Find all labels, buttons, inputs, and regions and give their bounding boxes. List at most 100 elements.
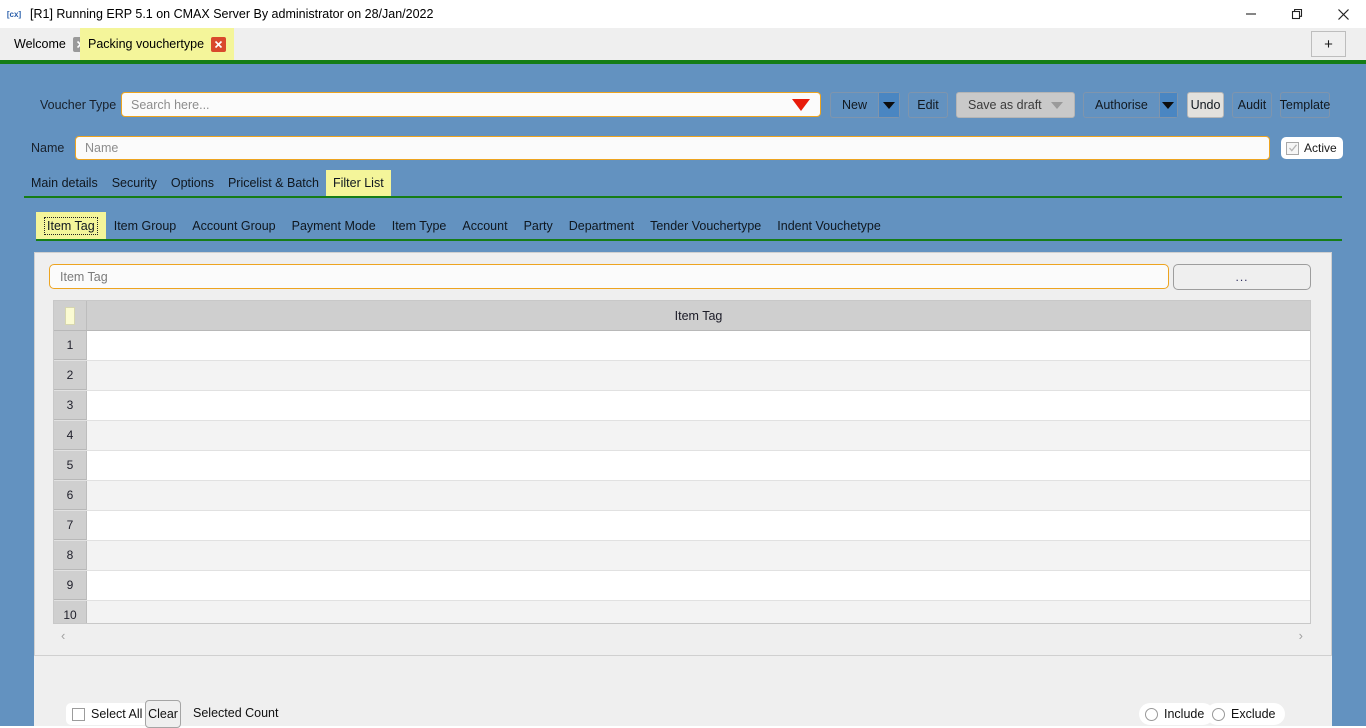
row-cell-item-tag[interactable]	[87, 361, 1310, 390]
tab-label: Filter List	[332, 176, 384, 190]
edit-button-label: Edit	[917, 98, 939, 112]
tab-label: Main details	[31, 176, 98, 190]
row-cell-item-tag[interactable]	[87, 391, 1310, 420]
row-number: 7	[54, 511, 87, 540]
footer-bar: Select All Clear Selected Count Include …	[34, 656, 1332, 728]
main-tab-divider	[24, 196, 1342, 198]
table-row[interactable]: 5	[54, 451, 1310, 481]
row-number: 2	[54, 361, 87, 390]
name-placeholder: Name	[85, 141, 119, 155]
table-row[interactable]: 1	[54, 331, 1310, 361]
table-row[interactable]: 4	[54, 421, 1310, 451]
row-cell-item-tag[interactable]	[87, 601, 1310, 623]
subtab-indent-vouchetype[interactable]: Indent Vouchetype	[769, 212, 889, 239]
active-checkbox[interactable]: Active	[1281, 137, 1343, 159]
radio-icon	[1212, 707, 1225, 721]
table-row[interactable]: 3	[54, 391, 1310, 421]
table-row[interactable]: 8	[54, 541, 1310, 571]
chevron-left-icon[interactable]: ‹	[53, 628, 73, 643]
row-cell-item-tag[interactable]	[87, 541, 1310, 570]
close-icon[interactable]	[211, 36, 227, 52]
row-number: 9	[54, 571, 87, 600]
row-cell-item-tag[interactable]	[87, 571, 1310, 600]
subtab-label: Item Type	[391, 218, 447, 233]
name-label: Name	[31, 141, 65, 155]
sub-tab-divider	[36, 239, 1342, 241]
document-tab-packing-vouchertype[interactable]: Packing vouchertype	[80, 28, 235, 60]
new-tab-button[interactable]: +	[1311, 31, 1346, 57]
include-radio[interactable]: Include	[1139, 703, 1215, 725]
document-tab-label: Packing vouchertype	[88, 37, 205, 51]
audit-button[interactable]: Audit	[1232, 92, 1272, 118]
save-as-draft-button[interactable]: Save as draft	[956, 92, 1075, 118]
tab-main-details[interactable]: Main details	[24, 170, 105, 196]
exclude-label: Exclude	[1231, 707, 1276, 721]
item-tag-placeholder: Item Tag	[60, 269, 108, 284]
tab-label: Security	[111, 176, 157, 190]
subtab-label: Item Group	[113, 218, 177, 233]
clear-button[interactable]: Clear	[145, 700, 181, 728]
browse-button[interactable]: ...	[1173, 264, 1311, 290]
subtab-department[interactable]: Department	[561, 212, 642, 239]
chevron-right-icon[interactable]: ›	[1291, 628, 1311, 643]
row-number: 8	[54, 541, 87, 570]
voucher-type-label: Voucher Type	[40, 98, 117, 112]
subtab-label: Indent Vouchetype	[777, 218, 881, 233]
tab-label: Options	[170, 176, 214, 190]
authorise-dropdown-toggle[interactable]	[1158, 93, 1177, 117]
subtab-account[interactable]: Account	[454, 212, 515, 239]
tab-filter-list[interactable]: Filter List	[325, 170, 391, 196]
minimize-icon[interactable]	[1228, 0, 1274, 28]
document-tab-bar: Welcome Packing vouchertype +	[0, 28, 1366, 60]
edit-button[interactable]: Edit	[908, 92, 948, 118]
select-all-header-cell[interactable]	[54, 301, 87, 330]
row-cell-item-tag[interactable]	[87, 511, 1310, 540]
new-button[interactable]: New	[830, 92, 900, 118]
tab-options[interactable]: Options	[164, 170, 221, 196]
template-button[interactable]: Template	[1280, 92, 1330, 118]
voucher-type-placeholder: Search here...	[131, 97, 210, 112]
chevron-down-icon	[1162, 101, 1175, 109]
restore-icon[interactable]	[1274, 0, 1320, 28]
table-row[interactable]: 10	[54, 601, 1310, 623]
voucher-type-search-input[interactable]: Search here...	[121, 92, 821, 117]
subtab-item-group[interactable]: Item Group	[106, 212, 185, 239]
item-tag-search-input[interactable]: Item Tag	[49, 264, 1169, 289]
close-icon[interactable]	[1320, 0, 1366, 28]
chevron-down-icon[interactable]	[792, 98, 810, 111]
row-cell-item-tag[interactable]	[87, 421, 1310, 450]
row-cell-item-tag[interactable]	[87, 481, 1310, 510]
table-row[interactable]: 2	[54, 361, 1310, 391]
subtab-label: Account	[462, 218, 508, 233]
row-number: 5	[54, 451, 87, 480]
undo-button[interactable]: Undo	[1187, 92, 1224, 118]
table-row[interactable]: 7	[54, 511, 1310, 541]
window-controls	[1228, 0, 1366, 28]
name-input[interactable]: Name	[75, 136, 1270, 160]
subtab-label: Party	[523, 218, 553, 233]
horizontal-scrollbar[interactable]: ‹ ›	[53, 625, 1311, 645]
new-dropdown-toggle[interactable]	[878, 93, 899, 117]
subtab-tender-vouchertype[interactable]: Tender Vouchertype	[642, 212, 769, 239]
tab-security[interactable]: Security	[105, 170, 164, 196]
document-tab-label: Welcome	[14, 37, 66, 51]
tab-pricelist-batch[interactable]: Pricelist & Batch	[221, 170, 326, 196]
column-header-item-tag[interactable]: Item Tag	[87, 301, 1310, 330]
subtab-item-type[interactable]: Item Type	[384, 212, 455, 239]
exclude-radio[interactable]: Exclude	[1206, 703, 1286, 725]
undo-button-label: Undo	[1190, 98, 1221, 112]
subtab-account-group[interactable]: Account Group	[184, 212, 283, 239]
subtab-party[interactable]: Party	[516, 212, 561, 239]
authorise-button[interactable]: Authorise	[1083, 92, 1178, 118]
row-cell-item-tag[interactable]	[87, 331, 1310, 360]
table-row[interactable]: 9	[54, 571, 1310, 601]
subtab-payment-mode[interactable]: Payment Mode	[284, 212, 384, 239]
row-number: 3	[54, 391, 87, 420]
subtab-item-tag[interactable]: Item Tag	[36, 212, 106, 239]
select-all-checkbox[interactable]: Select All	[66, 703, 150, 725]
radio-icon	[1145, 707, 1158, 721]
subtab-label: Item Tag	[44, 216, 98, 235]
row-cell-item-tag[interactable]	[87, 451, 1310, 480]
table-row[interactable]: 6	[54, 481, 1310, 511]
row-number: 6	[54, 481, 87, 510]
